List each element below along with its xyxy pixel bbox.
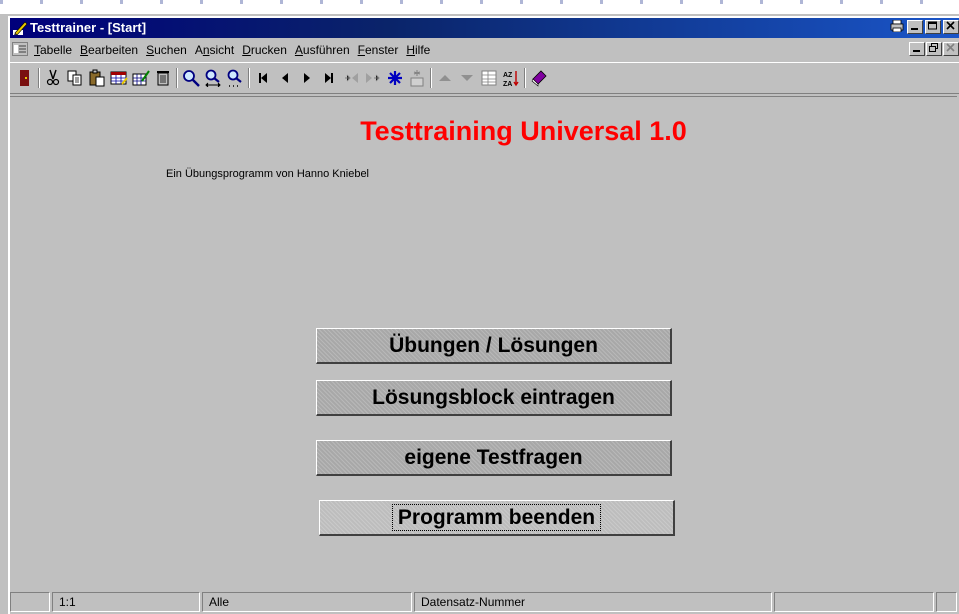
toolbar-separator — [36, 66, 42, 90]
toolbar: AZ ZA — [10, 62, 959, 94]
mdi-close-icon[interactable] — [943, 42, 959, 56]
toolbar-separator — [428, 66, 434, 90]
menu-ausfuehren[interactable]: Ausführen — [293, 43, 356, 57]
first-record-icon[interactable] — [252, 66, 274, 90]
print-icon[interactable] — [889, 19, 905, 34]
menu-ansicht[interactable]: Ansicht — [193, 43, 240, 57]
find-replace-icon[interactable] — [202, 66, 224, 90]
desktop-strip — [0, 0, 959, 14]
cut-icon[interactable] — [42, 66, 64, 90]
record-position: 1:1 — [52, 592, 200, 612]
toolbar-separator — [246, 66, 252, 90]
quit-button[interactable]: Programm beenden — [319, 500, 675, 536]
solution-block-button[interactable]: Lösungsblock eintragen — [316, 380, 672, 416]
exit-door-icon[interactable] — [14, 66, 36, 90]
minimize-icon[interactable] — [907, 20, 923, 34]
filter-icon[interactable] — [406, 66, 428, 90]
sort-az-icon[interactable]: AZ ZA — [500, 66, 522, 90]
page-title: Testtraining Universal 1.0 — [360, 116, 687, 146]
mdi-minimize-icon[interactable] — [909, 42, 925, 56]
next-record-icon[interactable] — [296, 66, 318, 90]
filter-status: Alle — [202, 592, 412, 612]
status-bar: 1:1 Alle Datensatz-Nummer — [10, 592, 959, 614]
menu-drucken[interactable]: Drucken — [240, 43, 293, 57]
mdi-restore-icon[interactable] — [926, 42, 942, 56]
record-number-label: Datensatz-Nummer — [414, 592, 772, 612]
new-record-icon[interactable] — [384, 66, 406, 90]
copy-icon[interactable] — [64, 66, 86, 90]
exercises-button[interactable]: Übungen / Lösungen — [316, 328, 672, 364]
menu-suchen[interactable]: Suchen — [144, 43, 193, 57]
status-panel-blank — [10, 592, 50, 612]
menu-bearbeiten[interactable]: Bearbeiten — [78, 43, 144, 57]
toolbar-separator — [522, 66, 528, 90]
status-panel-empty — [774, 592, 934, 612]
close-icon[interactable] — [943, 20, 959, 34]
svg-text:AZ: AZ — [503, 72, 513, 79]
previous-record-icon[interactable] — [274, 66, 296, 90]
svg-text:ZA: ZA — [503, 81, 512, 87]
paste-icon[interactable] — [86, 66, 108, 90]
caption-buttons — [889, 19, 959, 36]
last-record-icon[interactable] — [318, 66, 340, 90]
find-next-icon[interactable] — [224, 66, 246, 90]
form-view-icon[interactable] — [478, 66, 500, 90]
mdi-buttons — [909, 42, 959, 56]
status-panel-end — [936, 592, 957, 612]
help-book-icon[interactable] — [528, 66, 550, 90]
insert-before-icon[interactable] — [340, 66, 362, 90]
desktop-pattern — [0, 0, 959, 4]
edit-record-icon[interactable] — [130, 66, 152, 90]
toolbar-separator — [174, 66, 180, 90]
window-title: Testtrainer - [Start] — [30, 20, 147, 35]
own-questions-button[interactable]: eigene Testfragen — [316, 440, 672, 476]
insert-after-icon[interactable] — [362, 66, 384, 90]
app-window: Testtrainer - [Start] Tabelle Bearbeiten… — [8, 16, 959, 614]
find-icon[interactable] — [180, 66, 202, 90]
sort-up-icon[interactable] — [434, 66, 456, 90]
document-menu-icon[interactable] — [12, 42, 28, 56]
delete-icon[interactable] — [152, 66, 174, 90]
sort-down-icon[interactable] — [456, 66, 478, 90]
title-bar[interactable]: Testtrainer - [Start] — [10, 18, 959, 38]
edit-table-icon[interactable] — [108, 66, 130, 90]
menu-tabelle[interactable]: Tabelle — [32, 43, 78, 57]
app-pencil-icon — [12, 20, 28, 36]
menu-bar: Tabelle Bearbeiten Suchen Ansicht Drucke… — [10, 40, 959, 60]
menu-fenster[interactable]: Fenster — [356, 43, 405, 57]
maximize-icon[interactable] — [925, 20, 941, 34]
subtitle: Ein Übungsprogramm von Hanno Kniebel — [166, 168, 370, 180]
menu-hilfe[interactable]: Hilfe — [404, 43, 436, 57]
